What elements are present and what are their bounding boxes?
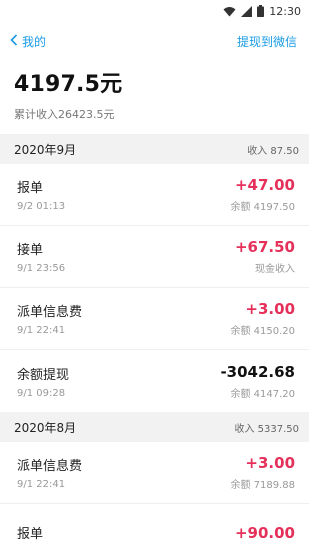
section-title: 2020年9月 xyxy=(14,142,77,157)
transaction-note: 现金收入 xyxy=(255,264,295,275)
back-label: 我的 xyxy=(22,34,47,49)
transaction-row[interactable]: 报单 +90.00 xyxy=(0,504,309,550)
transaction-time: 9/1 22:41 xyxy=(17,325,66,336)
transaction-title: 派单信息费 xyxy=(17,459,83,474)
back-button[interactable]: 我的 xyxy=(10,33,46,50)
nav-bar: 我的 提现到微信 xyxy=(0,22,309,60)
wifi-icon xyxy=(223,6,236,17)
transaction-amount: +3.00 xyxy=(245,454,295,472)
transaction-time: 9/1 23:56 xyxy=(17,263,66,274)
section-header: 2020年9月 收入 87.50 xyxy=(0,134,309,164)
section-income: 收入 5337.50 xyxy=(234,423,299,435)
transaction-row[interactable]: 报单 9/2 01:13 +47.00 余额 4197.50 xyxy=(0,164,309,226)
transaction-time: 9/1 09:28 xyxy=(17,387,66,399)
transaction-amount: +90.00 xyxy=(234,523,295,542)
transaction-title: 报单 xyxy=(17,181,44,196)
section-title: 2020年8月 xyxy=(14,420,77,435)
transaction-time: 9/1 22:41 xyxy=(17,479,66,490)
cumulative-income: 累计收入26423.5元 xyxy=(14,108,115,121)
transaction-note: 余额 4147.20 xyxy=(230,388,295,400)
balance-summary: 4197.5元 累计收入26423.5元 xyxy=(0,60,309,134)
status-bar: 12:30 xyxy=(0,0,309,22)
transaction-title: 余额提现 xyxy=(17,367,70,383)
transaction-title: 派单信息费 xyxy=(17,305,83,320)
transaction-row[interactable]: 余额提现 9/1 09:28 -3042.68 余额 4147.20 xyxy=(0,350,309,412)
transaction-amount: +47.00 xyxy=(234,176,295,194)
section-income: 收入 87.50 xyxy=(247,145,299,157)
transaction-row[interactable]: 派单信息费 9/1 22:41 +3.00 余额 4150.20 xyxy=(0,288,309,350)
transaction-row[interactable]: 接单 9/1 23:56 +67.50 现金收入 xyxy=(0,226,309,288)
transaction-amount: +3.00 xyxy=(245,300,295,318)
transaction-time: 9/2 01:13 xyxy=(17,201,66,212)
chevron-left-icon xyxy=(10,33,22,49)
battery-icon xyxy=(257,5,265,17)
transaction-amount: -3042.68 xyxy=(220,362,295,381)
status-time: 12:30 xyxy=(269,4,301,18)
transaction-title: 报单 xyxy=(17,526,44,542)
balance-amount: 4197.5元 xyxy=(14,72,123,97)
transaction-note: 余额 7189.88 xyxy=(230,480,295,491)
transaction-note: 余额 4150.20 xyxy=(230,326,295,337)
withdraw-to-wechat-button[interactable]: 提现到微信 xyxy=(237,33,297,50)
transaction-row[interactable]: 派单信息费 9/1 22:41 +3.00 余额 7189.88 xyxy=(0,442,309,504)
transaction-title: 接单 xyxy=(17,243,44,258)
section-header: 2020年8月 收入 5337.50 xyxy=(0,412,309,442)
signal-icon xyxy=(241,5,253,17)
transaction-note: 余额 4197.50 xyxy=(230,202,295,213)
transaction-amount: +67.50 xyxy=(234,238,295,256)
